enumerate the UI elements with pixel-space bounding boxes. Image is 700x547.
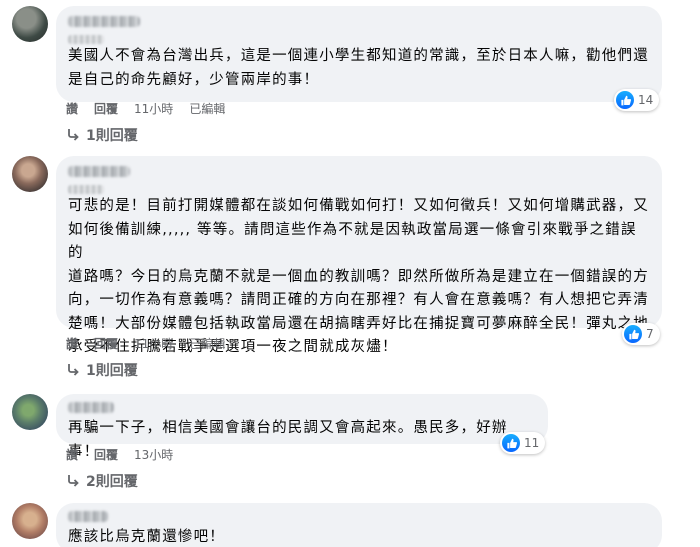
like-button[interactable]: 讚: [66, 335, 78, 352]
avatar[interactable]: [12, 6, 48, 42]
reply-button[interactable]: 回覆: [94, 100, 118, 117]
avatar[interactable]: [12, 503, 48, 539]
reaction-count-value: 14: [638, 93, 654, 107]
reply-button[interactable]: 回覆: [94, 335, 118, 352]
timestamp[interactable]: 11小時: [134, 335, 173, 352]
comment-bubble: 可悲的是！目前打開媒體都在談如何備戰如何打！又如何徵兵！又如何增購武器，又 如何…: [56, 156, 662, 355]
edited-label: 已編輯: [189, 337, 226, 351]
view-replies-button[interactable]: 2則回覆: [66, 471, 138, 491]
comment-text: 應該比烏克蘭還慘吧！: [68, 529, 225, 545]
reaction-count-value: 11: [524, 436, 540, 450]
commenter-subtitle: [68, 183, 650, 195]
commenter-name[interactable]: [68, 510, 650, 526]
comment-actions: 讚 回覆 11小時 已編輯: [66, 335, 241, 352]
commenter-name[interactable]: [68, 163, 650, 183]
like-button[interactable]: 讚: [66, 100, 78, 117]
replies-label: 1則回覆: [86, 363, 138, 379]
comment-bubble: 美國人不會為台灣出兵，這是一個連小學生都知道的常識，至於日本人嘛，勸他們還 是自…: [56, 6, 662, 102]
comment-bubble: 再騙一下子，相信美國會讓台的民調又會高起來。愚民多，好辦事！: [56, 394, 548, 460]
reply-button[interactable]: 回覆: [94, 446, 118, 463]
reply-arrow-icon: [68, 129, 79, 141]
avatar[interactable]: [12, 394, 48, 430]
commenter-name[interactable]: [68, 401, 536, 417]
reply-arrow-icon: [68, 475, 79, 487]
reply-arrow-icon: [68, 364, 79, 376]
replies-label: 1則回覆: [86, 128, 138, 144]
reaction-count-value: 7: [646, 327, 654, 341]
timestamp[interactable]: 13小時: [134, 446, 173, 463]
view-replies-button[interactable]: 1則回覆: [66, 125, 138, 145]
commenter-subtitle: [68, 33, 650, 45]
like-button[interactable]: 讚: [66, 446, 78, 463]
like-icon: [616, 91, 634, 109]
reaction-count[interactable]: 7: [622, 323, 660, 345]
reaction-count[interactable]: 11: [500, 432, 546, 454]
view-replies-button[interactable]: 1則回覆: [66, 360, 138, 380]
like-icon: [624, 325, 642, 343]
comment-text: 美國人不會為台灣出兵，這是一個連小學生都知道的常識，至於日本人嘛，勸他們還 是自…: [68, 48, 649, 88]
comment-actions: 讚 回覆 13小時: [66, 446, 189, 463]
reaction-count[interactable]: 14: [614, 89, 660, 111]
commenter-name[interactable]: [68, 13, 650, 33]
like-icon: [502, 434, 520, 452]
replies-label: 2則回覆: [86, 474, 138, 490]
timestamp[interactable]: 11小時: [134, 100, 173, 117]
avatar[interactable]: [12, 156, 48, 192]
comment-bubble: 應該比烏克蘭還慘吧！: [56, 503, 662, 547]
edited-label: 已編輯: [189, 102, 226, 116]
comment-actions: 讚 回覆 11小時 已編輯: [66, 100, 241, 117]
